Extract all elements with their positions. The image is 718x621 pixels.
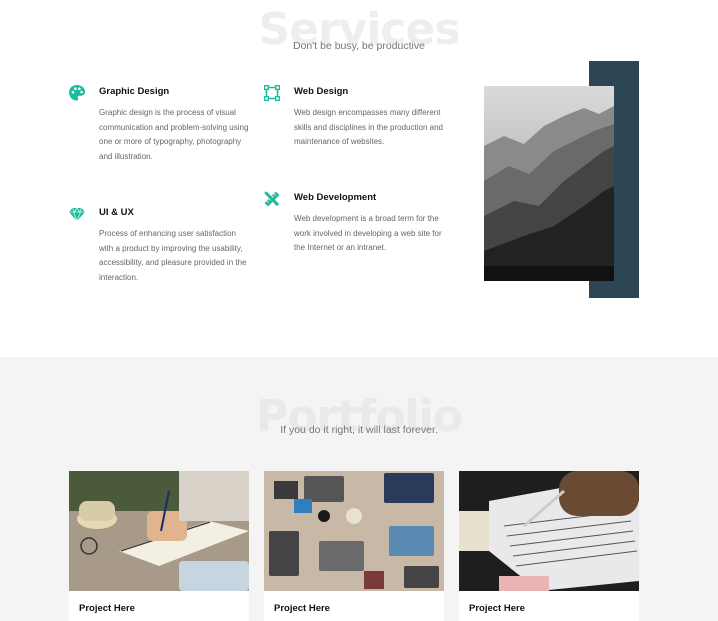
portfolio-subtitle: If you do it right, it will last forever… (280, 424, 438, 436)
service-title: Web Development (294, 192, 377, 203)
services-subtitle: Don't be busy, be productive (293, 40, 425, 52)
service-title: Graphic Design (99, 86, 170, 97)
vector-square-icon (263, 84, 281, 102)
palette-icon (68, 84, 86, 102)
service-description: Process of enhancing user satisfaction w… (99, 229, 247, 282)
service-web-design: Web Design Web design encompasses many d… (264, 85, 444, 150)
portfolio-card[interactable]: Project Here (459, 471, 639, 621)
project-title[interactable]: Project Here (274, 603, 330, 614)
service-ui-ux: UI & UX Process of enhancing user satisf… (69, 207, 249, 285)
service-web-development: Web Development Web development is a bro… (264, 191, 444, 256)
portfolio-card[interactable]: Project Here (69, 471, 249, 621)
portfolio-card[interactable]: Project Here (264, 471, 444, 621)
diamond-icon (68, 205, 86, 223)
service-description: Graphic design is the process of visual … (99, 108, 249, 161)
service-graphic-design: Graphic Design Graphic design is the pro… (69, 85, 249, 164)
service-description: Web design encompasses many different sk… (294, 108, 443, 146)
service-description: Web development is a broad term for the … (294, 214, 442, 252)
tools-icon (263, 190, 281, 208)
service-title: Web Design (294, 86, 349, 97)
project-image (264, 471, 444, 591)
project-title[interactable]: Project Here (469, 603, 525, 614)
project-title[interactable]: Project Here (79, 603, 135, 614)
portfolio-section: Portfolio If you do it right, it will la… (0, 357, 718, 621)
services-section: Services Don't be busy, be productive Gr… (0, 0, 718, 357)
service-title: UI & UX (99, 207, 134, 218)
mountain-image (484, 86, 614, 281)
project-image (69, 471, 249, 591)
project-image (459, 471, 639, 591)
